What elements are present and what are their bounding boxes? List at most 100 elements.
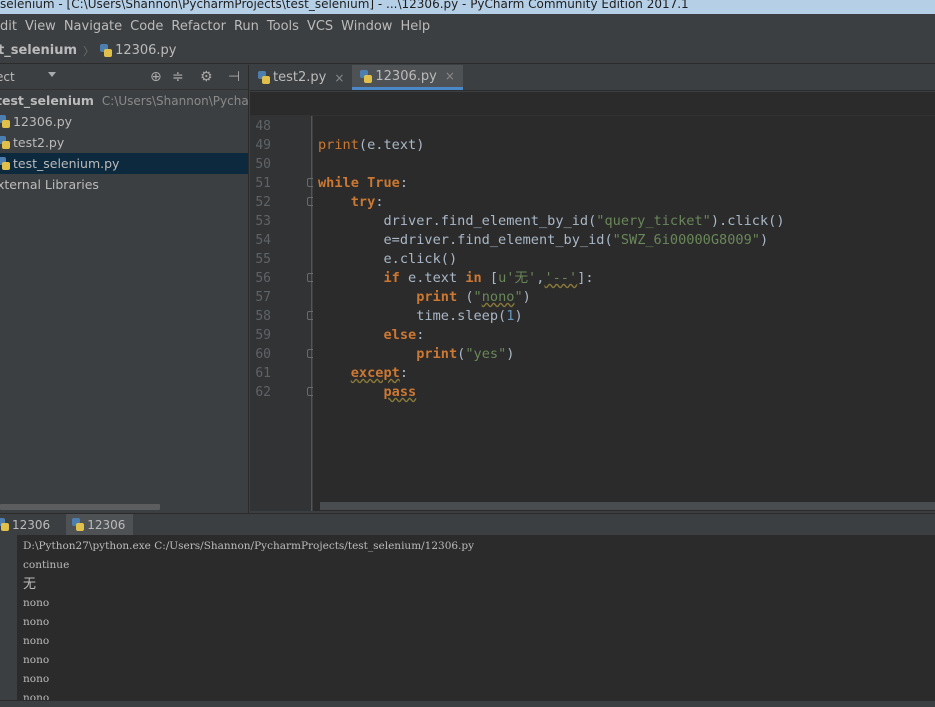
python-file-icon <box>0 136 10 149</box>
menu-code[interactable]: Code <box>130 19 163 34</box>
console-line: nono <box>23 692 50 700</box>
menu-view[interactable]: View <box>25 19 56 34</box>
dropdown-arrow-icon[interactable] <box>48 72 56 77</box>
run-tab-label: 12306 <box>12 517 51 532</box>
line-number: 48 <box>255 119 271 134</box>
tree-file-12306[interactable]: 12306.py <box>0 111 248 132</box>
menu-window[interactable]: Window <box>341 19 392 34</box>
run-tab[interactable]: 12306 <box>0 514 58 535</box>
menu-run[interactable]: Run <box>234 19 259 34</box>
python-file-icon <box>258 71 270 84</box>
tree-file-test2[interactable]: test2.py <box>0 132 248 153</box>
external-libraries-label: xternal Libraries <box>0 177 99 192</box>
line-number: 56 <box>255 271 271 286</box>
run-tab-label: 12306 <box>87 517 126 532</box>
project-view-selector[interactable]: ect <box>0 70 15 84</box>
close-icon[interactable]: × <box>334 71 344 85</box>
console-line: nono <box>23 597 50 609</box>
tree-file-label: test_selenium.py <box>13 156 120 171</box>
code-line: print ("nono") <box>416 289 531 305</box>
line-number: 49 <box>255 138 271 153</box>
project-panel: ect ⊕ ≑ ⚙ ⊣ test_selenium C:\Users\Shann… <box>0 65 249 513</box>
project-horizontal-scrollbar[interactable] <box>0 504 160 510</box>
tree-file-label: test2.py <box>13 135 65 150</box>
collapse-all-icon[interactable]: ≑ <box>172 69 184 85</box>
console-line: nono <box>23 654 50 666</box>
console-line: continue <box>23 559 70 571</box>
run-tab-active[interactable]: 12306 <box>66 514 134 535</box>
editor-tab-bar: test2.py × 12306.py × <box>250 65 935 91</box>
run-tab-bar: 12306 12306 <box>0 513 935 535</box>
editor-horizontal-scrollbar[interactable] <box>320 502 935 510</box>
line-number: 54 <box>255 233 271 248</box>
tab-label: test2.py <box>273 70 327 85</box>
python-file-icon <box>72 518 85 531</box>
menu-help[interactable]: Help <box>400 19 430 34</box>
code-line: try: <box>350 194 384 210</box>
scroll-from-source-icon[interactable]: ⊕ <box>150 69 162 85</box>
tab-test2[interactable]: test2.py × <box>250 65 352 90</box>
tab-12306[interactable]: 12306.py × <box>352 65 463 90</box>
code-line: except: <box>350 365 409 381</box>
menu-refactor[interactable]: Refactor <box>171 19 226 34</box>
line-number: 57 <box>255 290 271 305</box>
code-line: time.sleep(1) <box>318 308 523 324</box>
line-number: 51 <box>255 176 271 191</box>
tree-external-libraries[interactable]: xternal Libraries <box>0 174 248 195</box>
window-title-bar: selenium - [C:\Users\Shannon\PycharmProj… <box>0 0 935 14</box>
project-panel-header: ect ⊕ ≑ ⚙ ⊣ <box>0 65 248 90</box>
code-line: if e.text in [u'无','--']: <box>383 270 594 286</box>
code-editor[interactable]: print(e.text) while True: try: driver.fi… <box>313 116 935 511</box>
menu-vcs[interactable]: VCS <box>307 19 333 34</box>
tree-file-test-selenium[interactable]: test_selenium.py <box>0 153 248 174</box>
code-line: print("yes") <box>416 346 515 362</box>
line-number: 53 <box>255 214 271 229</box>
line-number: 52 <box>255 195 271 210</box>
line-number: 50 <box>255 157 271 172</box>
tab-label: 12306.py <box>375 68 437 84</box>
menu-navigate[interactable]: Navigate <box>64 19 122 34</box>
gear-icon[interactable]: ⚙ <box>200 69 213 85</box>
code-line: pass <box>383 384 417 400</box>
menu-tools[interactable]: Tools <box>267 19 299 34</box>
console-line: 无 <box>23 577 37 592</box>
root-folder-path: C:\Users\Shannon\PycharmP <box>101 93 249 108</box>
menu-bar: dit View Navigate Code Refactor Run Tool… <box>0 14 935 38</box>
line-number: 61 <box>255 366 271 381</box>
window-title: selenium - [C:\Users\Shannon\PycharmProj… <box>0 0 689 11</box>
code-line: while True: <box>318 175 409 191</box>
line-number: 60 <box>255 347 271 362</box>
status-bar <box>0 700 935 707</box>
run-toolbar <box>0 535 17 700</box>
close-icon[interactable]: × <box>445 69 455 83</box>
console-line: D:\Python27\python.exe C:/Users/Shannon/… <box>23 540 475 552</box>
breadcrumb-separator-icon: 〉 <box>83 44 95 58</box>
console-line: nono <box>23 616 50 628</box>
code-line: print(e.text) <box>318 137 425 153</box>
breadcrumb-file[interactable]: 12306.py <box>100 43 177 58</box>
navigation-bar: t_selenium 〉 12306.py <box>0 38 935 64</box>
python-file-icon <box>0 115 10 128</box>
line-number: 55 <box>255 252 271 267</box>
breadcrumb-project[interactable]: t_selenium <box>0 43 77 58</box>
breadcrumb-file-label: 12306.py <box>115 43 177 58</box>
code-line: e=driver.find_element_by_id("SWZ_6i00000… <box>318 232 769 248</box>
hide-panel-icon[interactable]: ⊣ <box>228 69 240 85</box>
editor-breadcrumb-bar <box>250 92 935 116</box>
code-line: driver.find_element_by_id("query_ticket"… <box>318 213 785 229</box>
tree-file-label: 12306.py <box>13 114 73 129</box>
console-line: nono <box>23 635 50 647</box>
python-file-icon <box>0 157 10 170</box>
line-number: 58 <box>255 309 271 324</box>
code-line: else: <box>383 327 425 343</box>
menu-edit[interactable]: dit <box>0 19 17 34</box>
console-line: nono <box>23 673 50 685</box>
line-number: 62 <box>255 385 271 400</box>
tree-root[interactable]: test_selenium C:\Users\Shannon\PycharmP <box>0 90 248 111</box>
python-file-icon <box>100 44 113 57</box>
root-folder-name: test_selenium <box>0 93 94 108</box>
editor-gutter: 48 49 50 51 52 53 54 55 56 57 58 59 60 6… <box>250 116 316 511</box>
line-number: 59 <box>255 328 271 343</box>
run-console[interactable]: D:\Python27\python.exe C:/Users/Shannon/… <box>17 535 935 700</box>
code-line: e.click() <box>318 251 458 267</box>
